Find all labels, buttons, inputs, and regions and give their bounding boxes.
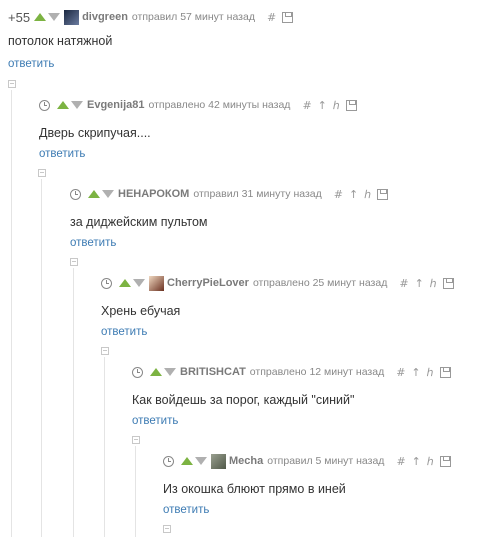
comment-text: Как войдешь за порог, каждый "синий" [132,393,355,407]
comment-header: Evgenija81 отправлено 42 минуты назад # … [39,96,498,114]
save-icon[interactable] [439,455,451,467]
save-icon[interactable] [377,188,389,200]
thread-line [104,357,105,537]
comment-time: отправил 5 минут назад [267,455,385,467]
reply-link[interactable]: ответить [101,326,498,340]
vote-up-icon[interactable] [181,457,193,465]
save-icon[interactable] [439,366,451,378]
comment-text: за диджейским пультом [70,215,208,229]
comment-time: отправлено 12 минут назад [249,366,385,378]
vote-up-icon[interactable] [150,368,162,376]
comment-header: BRITISHCAT отправлено 12 минут назад # ↑… [132,363,498,381]
comment-header: Mecha отправил 5 минут назад # ↑ ℎ [163,452,498,470]
hash-icon[interactable]: # [396,455,405,468]
comment-time: отправлено 42 минуты назад [148,99,291,111]
comment-actions: # ↑ ℎ [393,277,454,290]
reply-link[interactable]: ответить [163,504,498,518]
thread-line [41,179,42,537]
comment-text: Из окошка блюют прямо в иней [163,482,346,496]
vote-down-icon[interactable] [195,457,207,465]
collapse-toggle[interactable] [163,525,171,533]
avatar[interactable] [64,9,80,25]
parent-arrow-icon[interactable]: ↑ [411,366,420,379]
vote-up-icon[interactable] [34,13,47,21]
vote-down-icon[interactable] [71,101,83,109]
comment-author[interactable]: Evgenija81 [87,99,144,111]
clock-icon [101,277,112,289]
clock-icon [39,99,50,111]
comment-actions: # [261,11,294,24]
vote-down-icon[interactable] [48,13,61,21]
hash-icon[interactable]: # [267,11,276,24]
comment-text: потолок натяжной [8,34,113,48]
hash-icon[interactable]: # [334,188,343,201]
parent-arrow-icon[interactable]: ↑ [318,99,327,112]
save-icon[interactable] [282,11,294,23]
comment: +55 divgreen отправил 57 минут назад # п… [8,8,498,72]
comment-text: Хрень ебучая [101,304,181,318]
comment-time: отправил 57 минут назад [131,11,255,23]
branch-icon[interactable]: ℎ [364,188,371,201]
reply-link[interactable]: ответить [8,58,498,72]
comment: Mecha отправил 5 минут назад # ↑ ℎ Из ок… [163,452,498,518]
branch-icon[interactable]: ℎ [333,99,340,112]
comment: НЕНАРОКОМ отправил 31 минуту назад # ↑ ℎ… [70,185,498,251]
comment-header: +55 divgreen отправил 57 минут назад # [8,8,498,26]
thread-line [135,446,136,537]
comment-header: CherryPieLover отправлено 25 минут назад… [101,274,498,292]
comment-rating: +55 [8,9,31,25]
comment-actions: # ↑ ℎ [390,366,451,379]
parent-arrow-icon[interactable]: ↑ [412,455,421,468]
reply-link[interactable]: ответить [132,415,498,429]
reply-link[interactable]: ответить [39,148,498,162]
hash-icon[interactable]: # [399,277,408,290]
comment: CherryPieLover отправлено 25 минут назад… [101,274,498,340]
comment-time: отправлено 25 минут назад [252,277,388,289]
hash-icon[interactable]: # [396,366,405,379]
vote-up-icon[interactable] [119,279,131,287]
clock-icon [70,188,81,200]
reply-link[interactable]: ответить [70,237,498,251]
clock-icon [132,366,143,378]
collapse-toggle[interactable] [70,258,78,266]
comment-author[interactable]: CherryPieLover [167,277,249,289]
branch-icon[interactable]: ℎ [430,277,437,290]
branch-icon[interactable]: ℎ [427,455,434,468]
clock-icon [163,455,174,467]
save-icon[interactable] [442,277,454,289]
comment-author[interactable]: Mecha [229,455,263,467]
comment-actions: # ↑ ℎ [390,455,451,468]
comment-actions: # ↑ ℎ [328,188,389,201]
vote-up-icon[interactable] [88,190,100,198]
comment-author[interactable]: НЕНАРОКОМ [118,188,189,200]
comment-author[interactable]: divgreen [82,11,128,23]
branch-icon[interactable]: ℎ [427,366,434,379]
collapse-toggle[interactable] [38,169,46,177]
parent-arrow-icon[interactable]: ↑ [349,188,358,201]
parent-arrow-icon[interactable]: ↑ [415,277,424,290]
save-icon[interactable] [345,99,357,111]
thread-line [73,268,74,537]
vote-down-icon[interactable] [164,368,176,376]
avatar[interactable] [149,275,164,291]
comment-author[interactable]: BRITISHCAT [180,366,246,378]
collapse-toggle[interactable] [132,436,140,444]
vote-down-icon[interactable] [102,190,114,198]
thread-line [11,90,12,537]
comment-time: отправил 31 минуту назад [193,188,322,200]
vote-down-icon[interactable] [133,279,145,287]
comment: Evgenija81 отправлено 42 минуты назад # … [39,96,498,162]
comment-header: НЕНАРОКОМ отправил 31 минуту назад # ↑ ℎ [70,185,498,203]
vote-up-icon[interactable] [57,101,69,109]
comment-text: Дверь скрипучая.... [39,126,151,140]
avatar[interactable] [211,453,226,469]
collapse-toggle[interactable] [8,80,16,88]
collapse-toggle[interactable] [101,347,109,355]
comment: BRITISHCAT отправлено 12 минут назад # ↑… [132,363,498,429]
comment-actions: # ↑ ℎ [296,99,357,112]
hash-icon[interactable]: # [302,99,311,112]
